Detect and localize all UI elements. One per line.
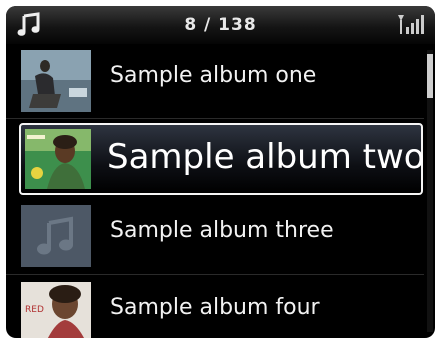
divider	[6, 274, 424, 275]
music-player-screen: 8 / 138 Sample album one Sample album tw…	[6, 6, 435, 338]
scroll-thumb[interactable]	[427, 54, 433, 98]
album-label: Sample album four	[110, 295, 320, 320]
list-item[interactable]: Sample album one	[6, 44, 424, 118]
album-label: Sample album one	[110, 63, 317, 88]
album-cover-placeholder	[21, 205, 91, 267]
list-item[interactable]: Sample album three	[6, 199, 424, 273]
list-item-selected[interactable]: Sample album two	[19, 123, 425, 195]
album-list[interactable]: Sample album one Sample album two Sample…	[6, 44, 435, 338]
album-label: Sample album three	[110, 218, 334, 243]
list-item[interactable]: RED Sample album four	[6, 276, 424, 338]
signal-strength-icon	[398, 15, 424, 34]
track-counter: 8 / 138	[184, 15, 257, 35]
scrollbar[interactable]	[427, 50, 433, 332]
album-label-selected: Sample album two	[107, 137, 425, 177]
status-bar: 8 / 138	[6, 6, 435, 44]
album-cover-four: RED	[21, 282, 91, 338]
svg-text:RED: RED	[25, 305, 44, 315]
album-cover-two	[25, 129, 91, 189]
divider	[6, 118, 424, 119]
album-cover-one	[21, 50, 91, 112]
